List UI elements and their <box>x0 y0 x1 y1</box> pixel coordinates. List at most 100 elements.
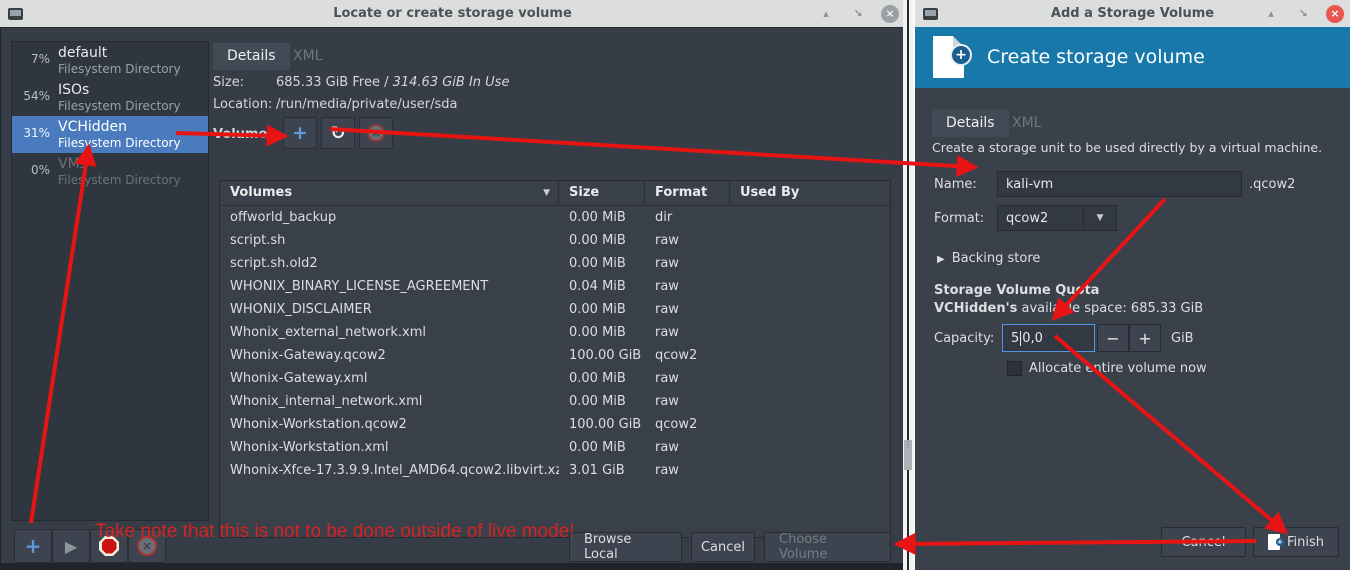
choose-volume-button[interactable]: Choose Volume <box>764 532 891 562</box>
right-titlebar[interactable]: Add a Storage Volume ▴ ↘ × <box>915 0 1350 27</box>
volume-size: 0.04 MiB <box>559 275 645 298</box>
backing-store-expander[interactable]: ▶Backing store <box>937 251 1040 266</box>
window-locate-storage-volume: Locate or create storage volume ▴ ↘ × 7%… <box>0 0 905 570</box>
volumes-table[interactable]: Volumes ▼ Size Format Used By offworld_b… <box>219 180 891 538</box>
volume-size: 0.00 MiB <box>559 206 645 229</box>
pool-type: Filesystem Directory <box>58 136 181 150</box>
volumes-section-label: Volumes <box>213 127 275 142</box>
volume-size: 100.00 GiB <box>559 413 645 436</box>
create-volume-banner: + Create storage volume <box>915 27 1350 88</box>
table-row[interactable]: Whonix-Workstation.qcow2100.00 GiBqcow2 <box>220 413 890 436</box>
pool-type: Filesystem Directory <box>58 62 181 76</box>
location-value: /run/media/private/user/sda <box>276 97 458 112</box>
banner-title: Create storage volume <box>987 46 1205 68</box>
divider-line <box>907 0 909 570</box>
sort-descending-icon: ▼ <box>543 181 550 205</box>
table-row[interactable]: WHONIX_BINARY_LICENSE_AGREEMENT0.04 MiBr… <box>220 275 890 298</box>
volume-name: Whonix-Workstation.xml <box>220 436 559 459</box>
table-row[interactable]: Whonix-Xfce-17.3.9.9.Intel_AMD64.qcow2.l… <box>220 459 890 482</box>
start-pool-button[interactable]: ▶ <box>52 529 90 563</box>
name-input[interactable]: kali-vm <box>997 171 1242 197</box>
volume-name: Whonix-Xfce-17.3.9.9.Intel_AMD64.qcow2.l… <box>220 459 559 482</box>
col-header-volumes[interactable]: Volumes ▼ <box>220 181 559 205</box>
storage-pool-list[interactable]: 7%defaultFilesystem Directory54%ISOsFile… <box>11 41 209 521</box>
maximize-icon[interactable]: ↘ <box>849 5 867 23</box>
size-value: 685.33 GiB Free / 314.63 GiB In Use <box>276 75 509 90</box>
capacity-input[interactable]: 50,0 <box>1002 324 1095 352</box>
volume-format: raw <box>645 390 730 413</box>
table-row[interactable]: WHONIX_DISCLAIMER0.00 MiBraw <box>220 298 890 321</box>
volume-name: Whonix-Workstation.qcow2 <box>220 413 559 436</box>
add-pool-button[interactable]: + <box>14 529 52 563</box>
cancel-button-left[interactable]: Cancel <box>691 532 755 562</box>
refresh-volumes-button[interactable]: ↻ <box>321 117 355 149</box>
delete-volume-icon: × <box>367 124 385 142</box>
table-row[interactable]: script.sh0.00 MiBraw <box>220 229 890 252</box>
refresh-icon: ↻ <box>330 123 345 144</box>
window-divider[interactable]: ⋮⋮ <box>903 0 913 570</box>
pool-type: Filesystem Directory <box>58 99 181 113</box>
cancel-button-right[interactable]: Cancel <box>1161 527 1246 557</box>
table-row[interactable]: offworld_backup0.00 MiBdir <box>220 206 890 229</box>
shade-icon[interactable]: ▴ <box>817 5 835 23</box>
volumes-table-header[interactable]: Volumes ▼ Size Format Used By <box>220 181 890 206</box>
volume-size: 100.00 GiB <box>559 344 645 367</box>
browse-local-button[interactable]: Browse Local <box>569 532 682 562</box>
stop-pool-button[interactable] <box>90 529 128 563</box>
allocate-checkbox[interactable] <box>1007 361 1022 376</box>
finish-button[interactable]: + Finish <box>1253 527 1339 557</box>
capacity-label: Capacity: <box>934 331 994 346</box>
volume-format: raw <box>645 459 730 482</box>
format-select[interactable]: qcow2 ▼ <box>997 205 1117 231</box>
volume-format: dir <box>645 206 730 229</box>
left-titlebar[interactable]: Locate or create storage volume ▴ ↘ × <box>0 0 905 27</box>
col-header-used-by[interactable]: Used By <box>730 181 890 205</box>
maximize-icon[interactable]: ↘ <box>1294 5 1312 23</box>
close-icon[interactable]: × <box>881 5 899 23</box>
table-row[interactable]: Whonix-Gateway.qcow2100.00 GiBqcow2 <box>220 344 890 367</box>
shade-icon[interactable]: ▴ <box>1262 5 1280 23</box>
volume-name: Whonix-Gateway.qcow2 <box>220 344 559 367</box>
pool-item-vchidden[interactable]: 31%VCHiddenFilesystem Directory <box>12 116 208 153</box>
volume-size: 0.00 MiB <box>559 390 645 413</box>
location-label: Location: <box>213 97 272 112</box>
volume-used-by <box>730 321 890 344</box>
chevron-down-icon[interactable]: ▼ <box>1083 206 1116 230</box>
pool-name: VCHidden <box>58 119 127 135</box>
quota-pool-name: VCHidden's <box>934 301 1017 316</box>
add-icon: + <box>25 534 42 558</box>
table-row[interactable]: Whonix_external_network.xml0.00 MiBraw <box>220 321 890 344</box>
pool-usage-percent: 7% <box>12 52 50 66</box>
volume-format: raw <box>645 436 730 459</box>
format-value: qcow2 <box>1006 211 1048 226</box>
col-header-size[interactable]: Size <box>559 181 645 205</box>
add-volume-button[interactable]: + <box>283 117 317 149</box>
pool-name: default <box>58 45 107 61</box>
quota-title: Storage Volume Quota <box>934 283 1099 298</box>
pool-type: Filesystem Directory <box>58 173 181 187</box>
col-header-format[interactable]: Format <box>645 181 730 205</box>
volume-size: 0.00 MiB <box>559 367 645 390</box>
volume-name: Whonix-Gateway.xml <box>220 367 559 390</box>
pool-item-default[interactable]: 7% defaultFilesystem Directory <box>12 42 208 79</box>
table-row[interactable]: Whonix-Workstation.xml0.00 MiBraw <box>220 436 890 459</box>
text-caret <box>1020 331 1021 346</box>
tab-xml-right[interactable]: XML <box>998 110 1055 137</box>
capacity-unit: GiB <box>1171 331 1194 346</box>
delete-pool-icon: × <box>137 536 157 556</box>
table-row[interactable]: script.sh.old20.00 MiBraw <box>220 252 890 275</box>
volume-used-by <box>730 229 890 252</box>
capacity-decrement-button[interactable]: − <box>1097 324 1129 352</box>
divider-grip-icon[interactable]: ⋮⋮ <box>904 440 912 470</box>
capacity-increment-button[interactable]: + <box>1129 324 1161 352</box>
table-row[interactable]: Whonix_internal_network.xml0.00 MiBraw <box>220 390 890 413</box>
pool-item-vms[interactable]: 0%VMsFilesystem Directory <box>12 153 208 190</box>
pool-item-isos[interactable]: 54%ISOsFilesystem Directory <box>12 79 208 116</box>
delete-pool-button[interactable]: × <box>128 529 166 563</box>
table-row[interactable]: Whonix-Gateway.xml0.00 MiBraw <box>220 367 890 390</box>
capacity-value: 5 <box>1011 331 1019 346</box>
volume-size: 3.01 GiB <box>559 459 645 482</box>
close-icon[interactable]: × <box>1326 5 1344 23</box>
tab-xml-left[interactable]: XML <box>279 43 336 70</box>
delete-volume-button[interactable]: × <box>359 117 393 149</box>
